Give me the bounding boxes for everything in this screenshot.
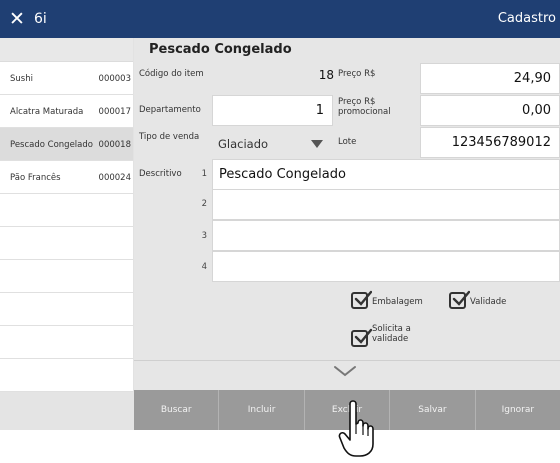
item-list: Sushi 000003 Alcatra Maturada 000017 Pes…	[0, 38, 134, 430]
departamento-label: Departamento	[139, 105, 201, 115]
descritivo-label: Descritivo	[139, 169, 182, 179]
descritivo-line-2-field[interactable]	[212, 189, 560, 220]
page-title: Pescado Congelado	[149, 42, 292, 57]
close-icon[interactable]: ✕	[9, 8, 29, 30]
departamento-field[interactable]: 1	[212, 95, 333, 126]
chevron-down-icon	[311, 140, 323, 148]
item-name: Sushi	[10, 73, 33, 84]
ignorar-button[interactable]: Ignorar	[476, 390, 560, 430]
tipo-venda-value: Glaciado	[218, 137, 269, 151]
list-item-selected[interactable]: Pescado Congelado 000018	[0, 128, 133, 161]
item-code: 000003	[98, 73, 131, 84]
divider	[134, 360, 560, 361]
solicita-validade-label: Solicita a validade	[372, 324, 411, 344]
embalagem-checkbox[interactable]: Embalagem	[351, 290, 423, 309]
descritivo-line-1-field[interactable]: Pescado Congelado	[212, 159, 560, 190]
buscar-button[interactable]: Buscar	[134, 390, 220, 430]
title-bar: ✕ 6i Cadastro	[0, 0, 560, 38]
item-list-footer	[0, 392, 134, 430]
lote-label: Lote	[338, 137, 357, 147]
descritivo-line-number: 2	[201, 199, 207, 209]
solicita-label-line-1: Solicita a	[372, 324, 411, 334]
descritivo-line-4-field[interactable]	[212, 251, 560, 282]
preco-promo-label-2: promocional	[338, 107, 391, 117]
descritivo-line-3-field[interactable]	[212, 220, 560, 251]
item-name: Pão Francês	[10, 172, 61, 183]
list-item[interactable]: Pão Francês 000024	[0, 161, 133, 194]
list-item-empty[interactable]	[0, 326, 133, 359]
codigo-value: 18	[318, 68, 334, 82]
validade-label: Validade	[470, 297, 507, 307]
list-item-empty[interactable]	[0, 260, 133, 293]
list-item[interactable]: Alcatra Maturada 000017	[0, 95, 133, 128]
list-item-empty[interactable]	[0, 359, 133, 392]
tipo-venda-select[interactable]: Glaciado	[212, 128, 333, 158]
item-name: Alcatra Maturada	[10, 106, 84, 117]
validade-checkbox[interactable]: Validade	[449, 290, 507, 309]
descritivo-line-number: 3	[201, 231, 207, 241]
tipo-venda-label: Tipo de venda	[139, 132, 200, 142]
codigo-label: Código do item	[139, 69, 204, 79]
item-name: Pescado Congelado	[10, 139, 93, 150]
item-code: 000018	[98, 139, 131, 150]
app-name: 6i	[34, 11, 47, 27]
embalagem-label: Embalagem	[372, 297, 423, 307]
list-item[interactable]: Sushi 000003	[0, 62, 133, 95]
item-code: 000017	[98, 106, 131, 117]
list-item-empty[interactable]	[0, 227, 133, 260]
descritivo-line-number: 4	[201, 262, 207, 272]
list-item-empty[interactable]	[0, 194, 133, 227]
lote-field[interactable]: 123456789012	[420, 127, 560, 158]
preco-label: Preço R$	[338, 69, 376, 79]
solicita-label-line-2: validade	[372, 334, 409, 344]
salvar-button[interactable]: Salvar	[390, 390, 476, 430]
list-item-empty[interactable]	[0, 293, 133, 326]
checkbox-checked-icon	[449, 290, 470, 309]
item-code: 000024	[98, 172, 131, 183]
preco-promocional-field[interactable]: 0,00	[420, 95, 560, 126]
window-title: Cadastro	[497, 11, 556, 26]
hand-pointer-icon	[338, 400, 374, 457]
checkbox-checked-icon	[351, 328, 372, 347]
chevron-down-icon[interactable]	[333, 364, 357, 378]
preco-field[interactable]: 24,90	[420, 63, 560, 94]
solicita-validade-checkbox[interactable]: Solicita a validade	[351, 324, 411, 347]
item-list-header	[0, 38, 133, 62]
incluir-button[interactable]: Incluir	[219, 390, 305, 430]
form-panel: Pescado Congelado Código do item 18 Preç…	[134, 38, 560, 430]
descritivo-line-number: 1	[201, 169, 207, 179]
checkbox-checked-icon	[351, 290, 372, 309]
